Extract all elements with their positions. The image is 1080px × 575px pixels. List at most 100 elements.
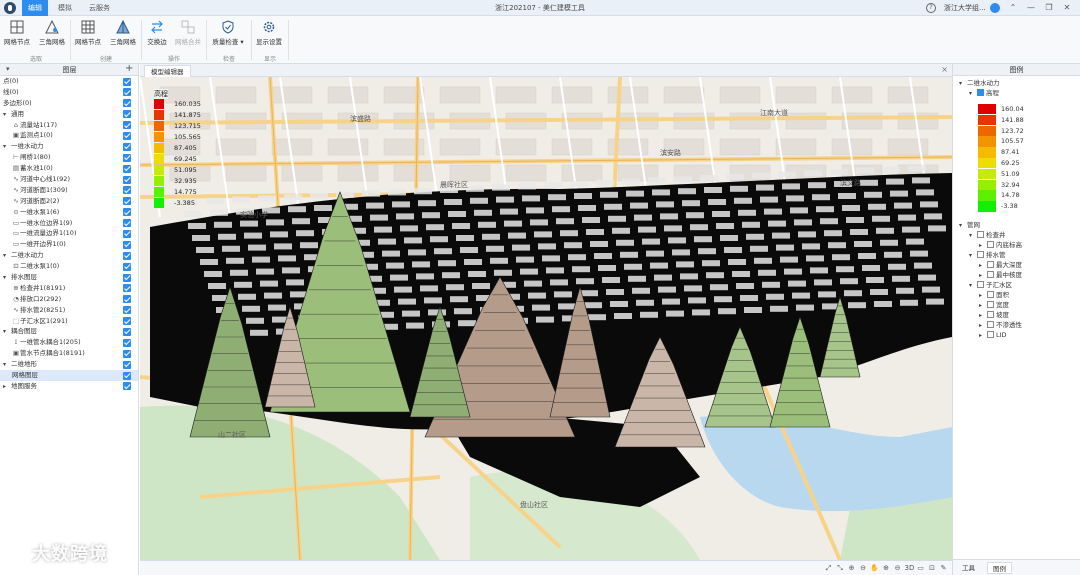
layer-row[interactable]: ▾ 二维地形 — [0, 359, 138, 370]
legend-checkbox[interactable] — [987, 331, 994, 338]
close-icon[interactable]: ✕ — [1058, 0, 1076, 16]
legend-checkbox[interactable] — [987, 311, 994, 318]
legend-checkbox[interactable] — [987, 301, 994, 308]
map-tool-icon[interactable]: ⤡ — [836, 564, 845, 573]
layer-visibility-checkbox[interactable] — [123, 153, 131, 162]
layer-row[interactable]: ∿河道断面2(2) — [0, 196, 138, 207]
layer-row[interactable]: ▾ 排水图层 — [0, 272, 138, 283]
map-tool-icon[interactable]: ⊕ — [847, 564, 856, 573]
avatar[interactable] — [990, 3, 1000, 13]
layer-visibility-checkbox[interactable] — [123, 121, 131, 130]
legend-checkbox[interactable] — [987, 321, 994, 328]
map-tool-icon[interactable]: ⊖ — [893, 564, 902, 573]
layer-visibility-checkbox[interactable] — [123, 284, 131, 293]
layer-visibility-checkbox[interactable] — [123, 349, 131, 358]
map-tool-icon[interactable]: 3D — [905, 564, 915, 573]
layer-row[interactable]: 网格图层 — [0, 370, 138, 381]
map-view[interactable]: 模型编辑器 × 山二社区 盘山社区 晨晖社区 实验小学 滨安路 滨盛路 江南大道 滨文路 高程… — [140, 64, 952, 560]
layer-visibility-checkbox[interactable] — [123, 131, 131, 140]
expand-arrow-icon[interactable]: ▸ — [979, 331, 987, 341]
quality-check-button[interactable]: 质量检查 ▾ — [208, 19, 248, 51]
layer-visibility-checkbox[interactable] — [123, 295, 131, 304]
layer-visibility-checkbox[interactable] — [123, 88, 131, 97]
layer-row[interactable]: ▭一维水位边界1(9) — [0, 218, 138, 229]
expand-arrow-icon[interactable]: ▸ — [3, 382, 11, 393]
minimize-icon[interactable]: — — [1022, 0, 1040, 16]
layer-visibility-checkbox[interactable] — [123, 229, 131, 238]
layer-visibility-checkbox[interactable] — [123, 251, 131, 260]
legend-checkbox[interactable] — [977, 251, 984, 258]
legend-checkbox[interactable] — [987, 291, 994, 298]
layer-row[interactable]: ⊡二维水泵1(0) — [0, 261, 138, 272]
restore-icon[interactable]: ❐ — [1040, 0, 1058, 16]
legend-tree-row[interactable]: ▾ 检查井 — [953, 230, 1080, 240]
map-tool-icon[interactable]: ⤢ — [824, 564, 833, 573]
layer-visibility-checkbox[interactable] — [123, 262, 131, 271]
layer-row[interactable]: ⊙一维水泵1(6) — [0, 207, 138, 218]
layer-visibility-checkbox[interactable] — [123, 382, 131, 391]
layer-row[interactable]: ⊢闸桥1(80) — [0, 152, 138, 163]
layer-visibility-checkbox[interactable] — [123, 360, 131, 369]
legend-checkbox[interactable] — [987, 271, 994, 278]
tab-cloud-service[interactable]: 云服务 — [83, 0, 116, 16]
layer-visibility-checkbox[interactable] — [123, 371, 131, 380]
add-layer-icon[interactable]: + — [125, 63, 133, 74]
legend-checkbox[interactable] — [977, 89, 984, 96]
display-settings-button[interactable]: 显示设置 — [253, 19, 285, 51]
swap-edge-button[interactable]: 交换边 — [143, 19, 171, 51]
tab-tools[interactable]: 工具 — [957, 562, 980, 574]
layer-visibility-checkbox[interactable] — [123, 142, 131, 151]
tab-simulate[interactable]: 模拟 — [52, 0, 78, 16]
layer-row[interactable]: ▭一维流量边界1(10) — [0, 228, 138, 239]
legend-tree-row[interactable]: ▾ 管网 — [953, 220, 1080, 230]
layer-visibility-checkbox[interactable] — [123, 219, 131, 228]
user-name[interactable]: 浙江大学组... — [944, 0, 986, 16]
map-canvas[interactable]: 山二社区盘山社区 晨晖社区实验小学 滨安路 滨盛路 江南大道滨文路 — [140, 77, 952, 560]
layer-row[interactable]: ▤蓄水池1(0) — [0, 163, 138, 174]
layer-row[interactable]: ▾ 耦合图层 — [0, 326, 138, 337]
layer-visibility-checkbox[interactable] — [123, 186, 131, 195]
layer-row[interactable]: ▾ 二维水动力 — [0, 250, 138, 261]
layer-visibility-checkbox[interactable] — [123, 306, 131, 315]
layer-visibility-checkbox[interactable] — [123, 77, 131, 86]
layer-visibility-checkbox[interactable] — [123, 110, 131, 119]
expand-arrow-icon[interactable]: ▾ — [969, 89, 977, 99]
layer-row[interactable]: ∿河道断面1(309) — [0, 185, 138, 196]
legend-checkbox[interactable] — [987, 241, 994, 248]
layer-visibility-checkbox[interactable] — [123, 273, 131, 282]
legend-tree-row[interactable]: ▾ 高程 — [953, 88, 1080, 98]
layer-row[interactable]: ∿河道中心线1(92) — [0, 174, 138, 185]
legend-tree-row[interactable]: ▾ 排水管 — [953, 250, 1080, 260]
legend-tree-row[interactable]: ▸ 宽度 — [953, 300, 1080, 310]
layer-row[interactable]: ⟟ 一维管水耦合1(205) — [0, 337, 138, 348]
tab-legend[interactable]: 图例 — [987, 562, 1012, 574]
tab-model-editor[interactable]: 模型编辑器 — [144, 65, 191, 77]
layer-visibility-checkbox[interactable] — [123, 99, 131, 108]
tab-edit[interactable]: 编辑 — [22, 0, 48, 16]
layer-visibility-checkbox[interactable] — [123, 240, 131, 249]
legend-tree-row[interactable]: ▸ LID — [953, 330, 1080, 340]
help-icon[interactable]: ? — [926, 3, 936, 13]
layer-row[interactable]: ◔排放口2(292) — [0, 294, 138, 305]
legend-tree-row[interactable]: ▸ 面积 — [953, 290, 1080, 300]
layer-visibility-checkbox[interactable] — [123, 338, 131, 347]
layer-row[interactable]: 点(0) — [0, 76, 138, 87]
map-tool-icon[interactable]: ⊕ — [882, 564, 891, 573]
layer-visibility-checkbox[interactable] — [123, 197, 131, 206]
layer-row[interactable]: 线(0) — [0, 87, 138, 98]
merge-mesh-button[interactable]: 网格合并 — [173, 19, 203, 51]
legend-checkbox[interactable] — [977, 231, 984, 238]
map-tool-icon[interactable]: ✋ — [870, 564, 879, 573]
map-tool-icon[interactable]: ⊡ — [928, 564, 937, 573]
create-triangle-mesh-button[interactable]: 三角网格 — [107, 19, 139, 51]
layer-row[interactable]: ▾ 一维水动力 — [0, 141, 138, 152]
map-tool-icon[interactable]: ✎ — [939, 564, 948, 573]
map-tool-icon[interactable]: ⊖ — [859, 564, 868, 573]
legend-tree-row[interactable]: ▾ 子汇水区 — [953, 280, 1080, 290]
legend-tree-row[interactable]: ▾ 二维水动力 — [953, 78, 1080, 88]
close-icon[interactable]: × — [941, 64, 948, 76]
map-tool-icon[interactable]: ▭ — [916, 564, 925, 573]
create-grid-node-button[interactable]: 网格节点 — [72, 19, 104, 51]
ribbon-collapse-icon[interactable]: ⌃ — [1004, 0, 1022, 16]
legend-tree-row[interactable]: ▸ 最大深度 — [953, 260, 1080, 270]
